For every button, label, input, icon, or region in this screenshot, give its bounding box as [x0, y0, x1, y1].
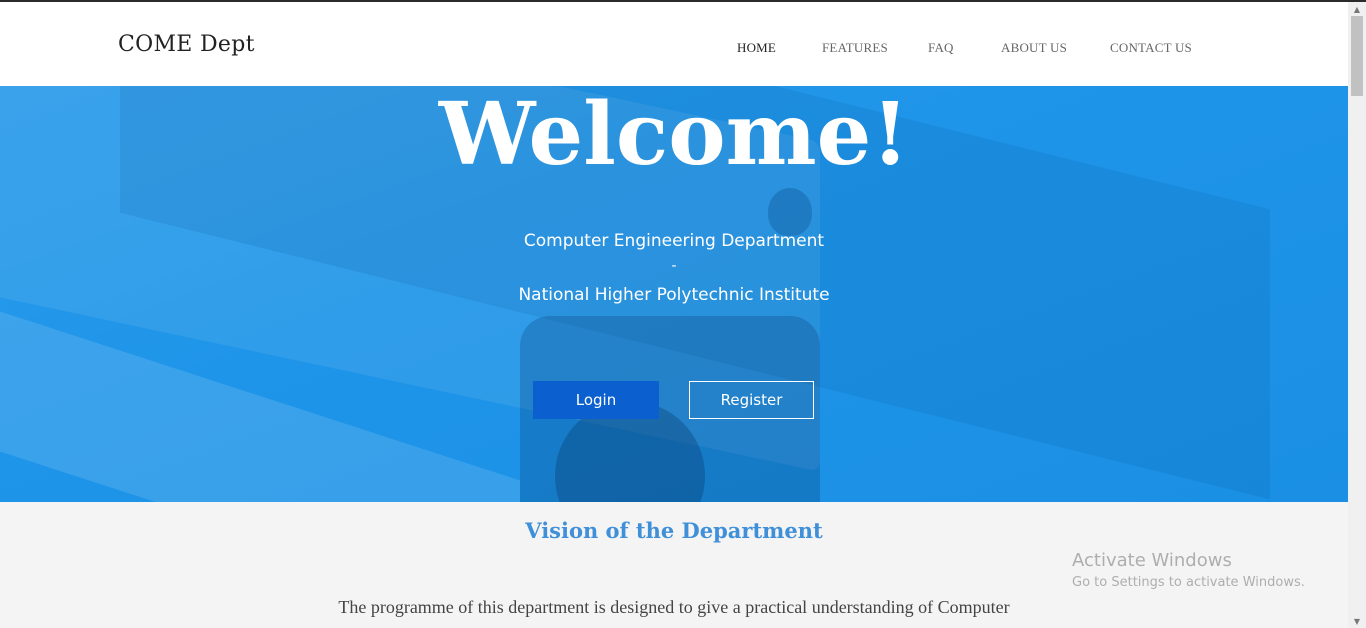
- login-button[interactable]: Login: [533, 381, 659, 419]
- vision-intro-text: The programme of this department is desi…: [338, 597, 1010, 617]
- vision-heading: Vision of the Department: [525, 518, 823, 543]
- nav-features[interactable]: FEATURES: [822, 40, 888, 56]
- page-scrollbar[interactable]: ▲ ▼: [1348, 2, 1366, 628]
- scroll-down-arrow-icon[interactable]: ▼: [1348, 614, 1366, 628]
- activate-windows-title: Activate Windows: [1072, 550, 1232, 571]
- activate-windows-subtitle: Go to Settings to activate Windows.: [1072, 575, 1305, 590]
- nav-home[interactable]: HOME: [737, 40, 776, 56]
- register-button[interactable]: Register: [689, 381, 814, 419]
- nav-faq[interactable]: FAQ: [928, 40, 954, 56]
- hero-department: Computer Engineering Department: [523, 231, 825, 251]
- hero-institute: National Higher Polytechnic Institute: [518, 285, 830, 305]
- apple-logo-icon: [768, 188, 812, 236]
- brand-logo[interactable]: COME Dept: [118, 32, 255, 57]
- nav-about-us[interactable]: ABOUT US: [1001, 40, 1067, 56]
- hero-title: Welcome!: [438, 84, 910, 185]
- scroll-up-arrow-icon[interactable]: ▲: [1348, 2, 1366, 16]
- nav-contact-us[interactable]: CONTACT US: [1110, 40, 1192, 56]
- hero-separator: -: [671, 258, 677, 274]
- scroll-thumb[interactable]: [1351, 16, 1363, 96]
- navbar: COME Dept HOME FEATURES FAQ ABOUT US CON…: [0, 2, 1348, 86]
